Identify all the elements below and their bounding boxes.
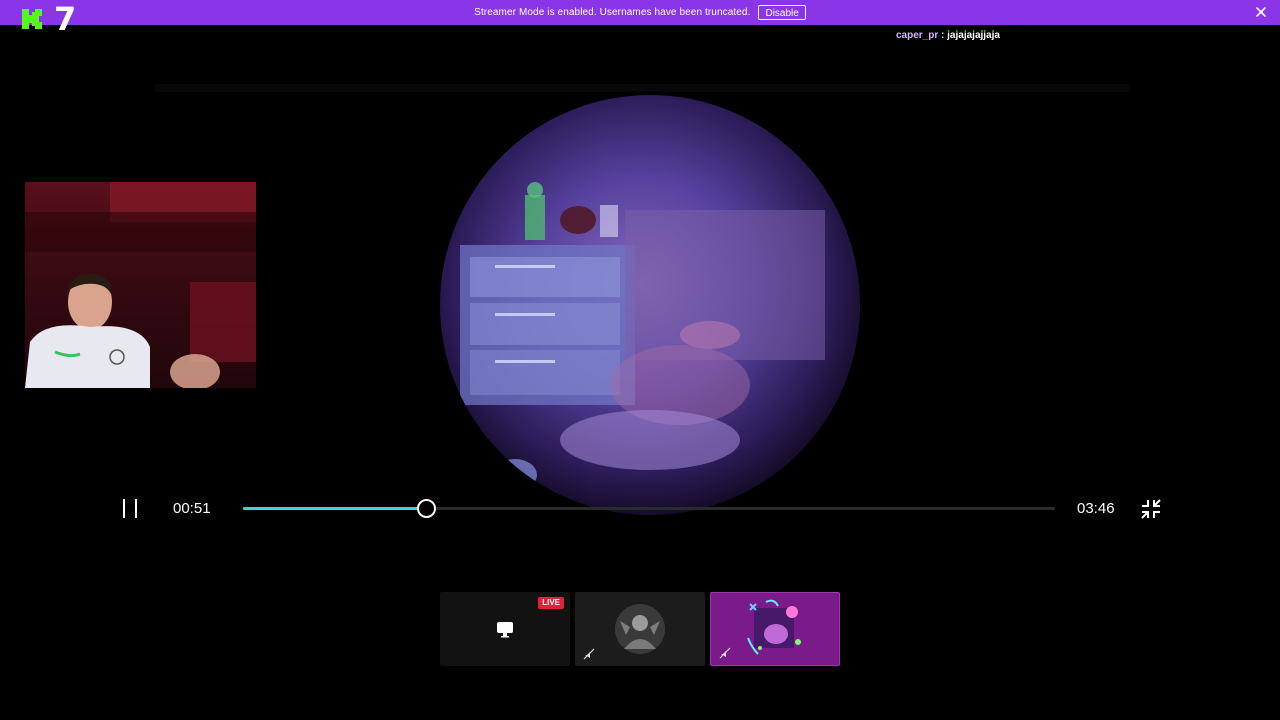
avatar [615,604,665,654]
chat-message: caper_pr : jajajajajjaja [896,30,1000,41]
player-controls: 00:51 03:46 [0,490,1280,528]
chat-username: caper_pr [896,30,939,41]
exit-fullscreen-icon[interactable] [1140,498,1162,520]
facecam [25,182,256,388]
chat-separator: : [938,30,948,41]
stream-thumbnails: LIVE [440,592,842,667]
thumbnail-live[interactable]: LIVE [440,592,570,666]
live-badge: LIVE [538,597,564,609]
top-strip [155,84,1130,92]
muted-icon [583,648,595,660]
scene-illustration [460,182,825,491]
chat-text: jajajajajjaja [947,30,1000,41]
seek-handle[interactable] [416,499,436,518]
video-scene[interactable] [440,95,860,515]
banner-message: Streamer Mode is enabled. Usernames have… [474,7,751,18]
disable-button[interactable]: Disable [758,5,806,20]
streamer-mode-banner: Streamer Mode is enabled. Usernames have… [0,0,1280,25]
pause-button[interactable] [121,499,139,519]
close-icon[interactable] [1254,5,1268,19]
seek-bar[interactable] [243,499,1055,518]
channel-logo: 7 [20,3,76,35]
screen-icon [497,622,513,638]
pause-icon [123,499,125,518]
pause-icon [135,499,137,518]
thumbnail-avatar[interactable] [575,592,705,666]
facecam-illustration [25,182,256,388]
logo-number: 7 [54,0,77,38]
stream-page: Streamer Mode is enabled. Usernames have… [0,0,1280,720]
neon-artwork [747,599,801,655]
thumbnail-neon[interactable] [710,592,840,666]
muted-icon [719,647,731,659]
kick-k-icon [22,9,42,29]
current-time: 00:51 [173,500,211,517]
total-time: 03:46 [1077,500,1115,517]
seek-bar-progress [243,507,426,510]
